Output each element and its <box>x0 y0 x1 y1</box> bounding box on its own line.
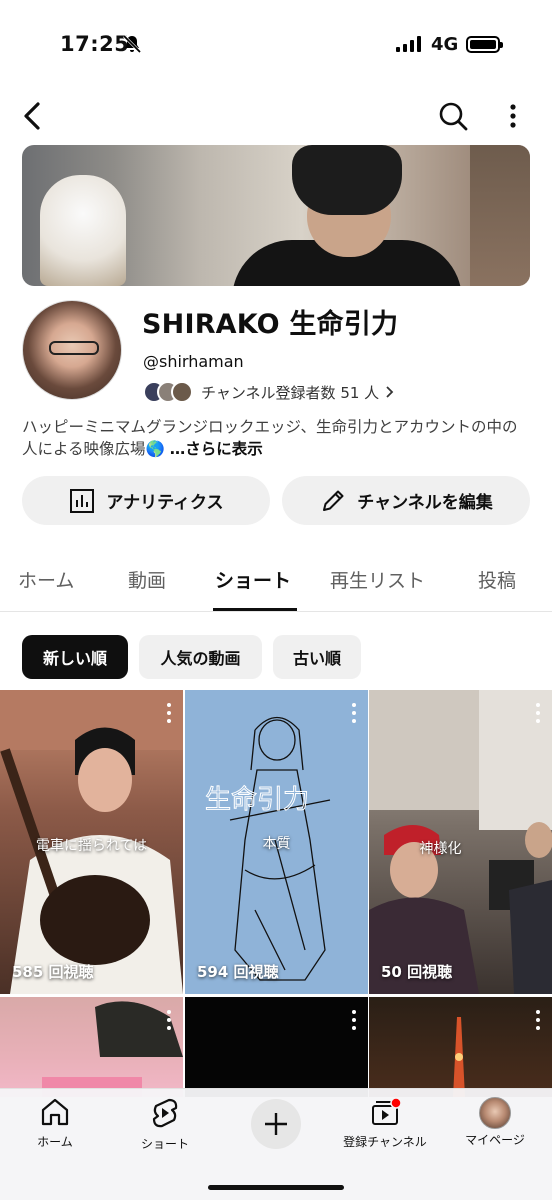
short-item[interactable] <box>185 997 368 1097</box>
search-icon <box>439 102 468 131</box>
nav-you-label: マイページ <box>465 1133 525 1147</box>
tab-shorts[interactable]: ショート <box>215 566 291 593</box>
short-caption: 電車に揺られては <box>35 838 148 854</box>
more-vertical-icon[interactable] <box>350 702 358 724</box>
analytics-icon <box>70 488 95 513</box>
short-item[interactable]: 神様化 50 回視聴 <box>369 690 552 994</box>
short-views: 594 回視聴 <box>197 963 279 981</box>
nav-you[interactable]: マイページ <box>440 1097 550 1148</box>
subscriber-count: チャンネル登録者数 51 人 <box>201 383 380 402</box>
banner-background <box>470 145 530 286</box>
chip-oldest[interactable]: 古い順 <box>273 635 361 679</box>
channel-avatar[interactable] <box>22 300 122 400</box>
short-caption: 本質 <box>262 836 291 852</box>
short-item[interactable]: 電車に揺られては 585 回視聴 <box>0 690 183 994</box>
short-caption: 神様化 <box>419 841 462 857</box>
more-vertical-icon[interactable] <box>534 1009 542 1031</box>
more-options-button[interactable] <box>500 98 526 134</box>
short-views: 585 回視聴 <box>12 963 94 981</box>
tab-posts[interactable]: 投稿 <box>478 566 516 593</box>
channel-description[interactable]: ハッピーミニマムグランジロックエッジ、生命引力とアカウントの中の人による映像広場… <box>22 416 532 460</box>
channel-tabs: ホーム 動画 ショート 再生リスト 投稿 <box>0 550 552 612</box>
short-item[interactable]: 生命引力 本質 594 回視聴 <box>185 690 368 994</box>
nav-home-label: ホーム <box>37 1135 73 1149</box>
subscriber-avatars <box>143 381 193 403</box>
create-button[interactable] <box>251 1099 301 1149</box>
banner-cat-image <box>40 175 126 286</box>
status-time: 17:25 <box>60 32 130 56</box>
svg-text:生命引力: 生命引力 <box>205 785 309 815</box>
channel-handle: @shirhaman <box>143 352 244 371</box>
tab-videos[interactable]: 動画 <box>128 566 166 593</box>
analytics-label: アナリティクス <box>106 493 224 513</box>
nav-subscriptions-label: 登録チャンネル <box>343 1135 427 1149</box>
channel-name: SHIRAKO 生命引力 <box>142 309 399 340</box>
chip-newest[interactable]: 新しい順 <box>22 635 128 679</box>
description-text: ハッピーミニマムグランジロックエッジ、生命引力とアカウントの中の人による映像広場… <box>22 418 518 458</box>
tab-home[interactable]: ホーム <box>18 566 74 593</box>
battery-icon <box>466 36 503 53</box>
short-thumbnail <box>453 1017 465 1097</box>
edit-channel-label: チャンネルを編集 <box>357 493 493 513</box>
profile-avatar <box>479 1097 511 1129</box>
network-type: 4G <box>431 34 459 55</box>
short-views: 50 回視聴 <box>381 963 453 981</box>
bottom-navigation: ホーム ショート 登録チャンネル マイページ <box>0 1088 552 1200</box>
pencil-icon <box>323 490 344 511</box>
more-vertical-icon <box>510 104 516 128</box>
short-item[interactable] <box>0 997 183 1097</box>
analytics-button[interactable]: アナリティクス <box>22 476 270 525</box>
more-vertical-icon[interactable] <box>165 702 173 724</box>
more-vertical-icon[interactable] <box>350 1009 358 1031</box>
back-arrow-icon <box>24 102 40 130</box>
plus-icon <box>265 1113 287 1135</box>
channel-banner <box>22 145 530 286</box>
edit-channel-button[interactable]: チャンネルを編集 <box>282 476 530 525</box>
banner-person-image <box>232 145 462 286</box>
top-bar <box>0 92 552 140</box>
subscribers-row[interactable]: チャンネル登録者数 51 人 <box>143 379 395 405</box>
back-button[interactable] <box>18 98 50 134</box>
more-vertical-icon[interactable] <box>534 702 542 724</box>
status-bar: 17:25 4G <box>0 0 552 90</box>
active-tab-indicator <box>213 608 297 611</box>
nav-subscriptions[interactable]: 登録チャンネル <box>330 1097 440 1150</box>
nav-home[interactable]: ホーム <box>0 1097 110 1150</box>
tab-playlists[interactable]: 再生リスト <box>330 566 425 593</box>
home-indicator <box>208 1185 344 1190</box>
search-button[interactable] <box>436 98 470 134</box>
bell-muted-icon <box>122 34 142 54</box>
nav-shorts-label: ショート <box>140 1137 189 1151</box>
short-thumbnail <box>42 1001 183 1097</box>
signal-icon <box>396 36 421 52</box>
nav-shorts[interactable]: ショート <box>110 1097 220 1152</box>
home-icon <box>41 1098 69 1126</box>
show-more-link[interactable]: …さらに表示 <box>170 440 263 458</box>
more-vertical-icon[interactable] <box>165 1009 173 1031</box>
chip-popular[interactable]: 人気の動画 <box>139 635 262 679</box>
shorts-icon <box>152 1098 178 1128</box>
subscriptions-icon <box>372 1097 402 1125</box>
chevron-right-icon <box>386 386 394 398</box>
short-item[interactable] <box>369 997 552 1097</box>
